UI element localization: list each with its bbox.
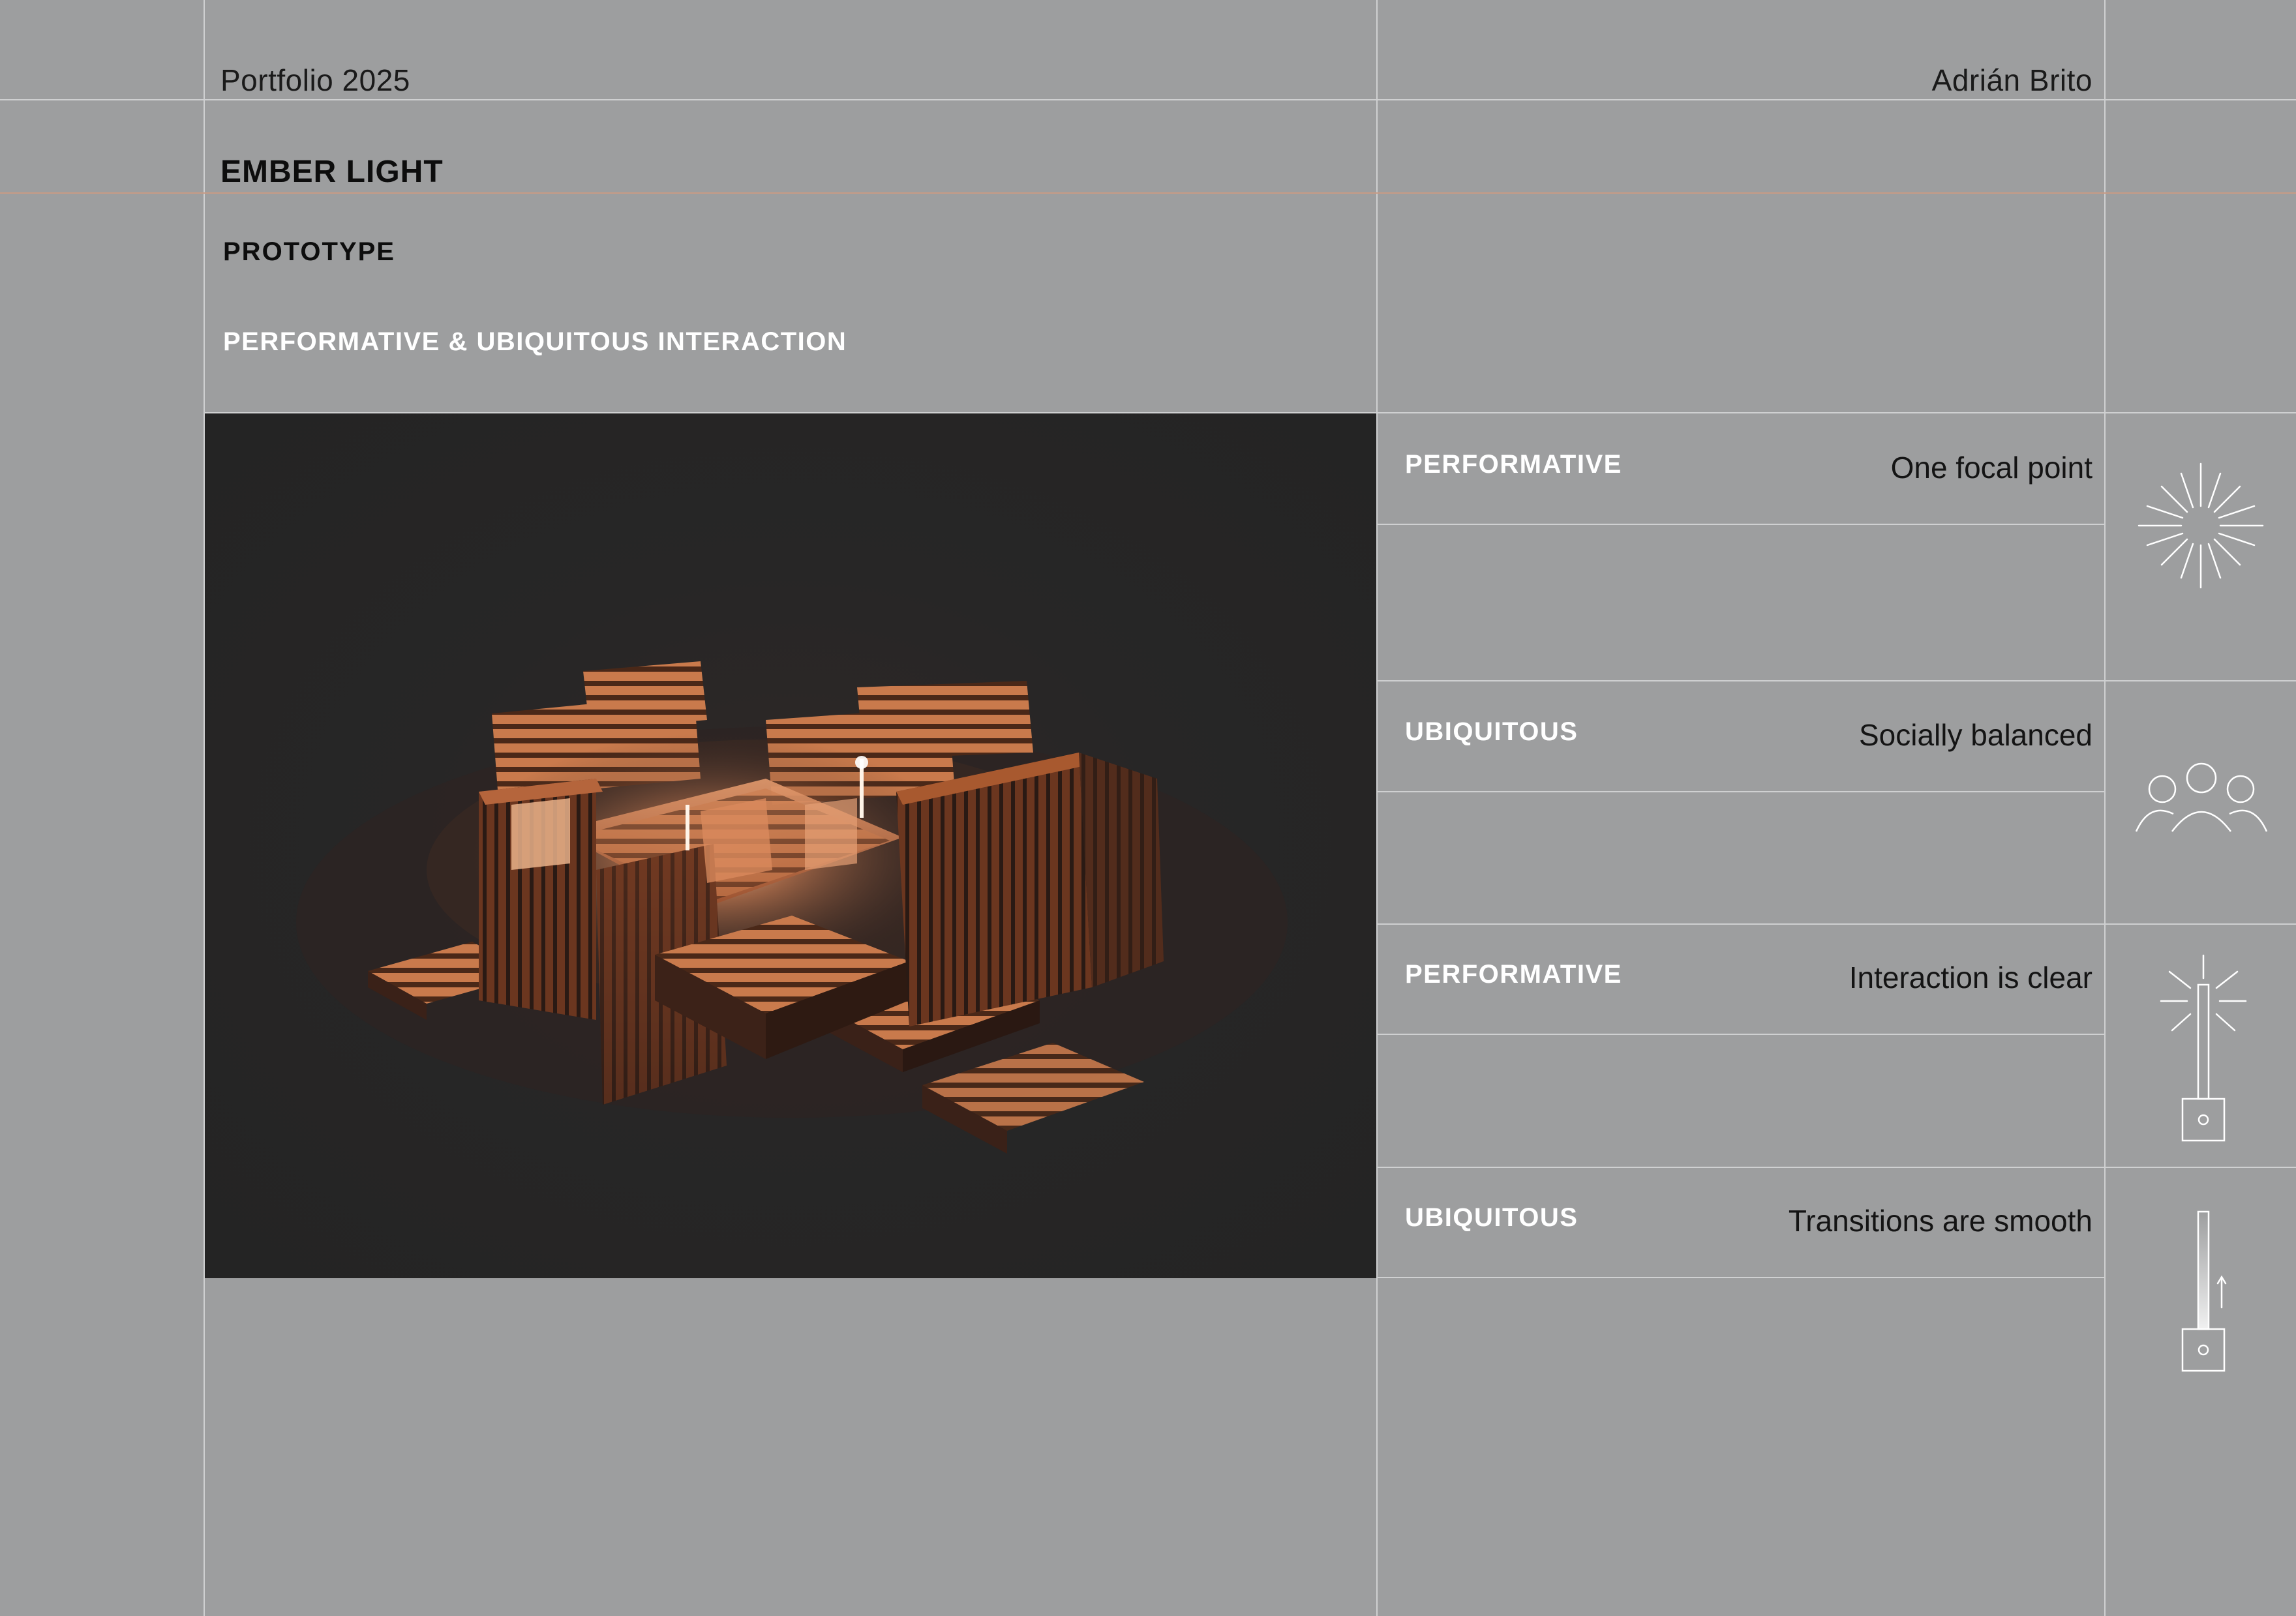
principle-1-divider <box>1376 524 2104 525</box>
principle-1-bottom <box>1376 680 2296 681</box>
people-group-icon <box>2135 762 2268 832</box>
light-pole-gradient-icon <box>2181 1210 2227 1372</box>
portfolio-label: Portfolio 2025 <box>220 63 410 97</box>
principle-2-bottom <box>1376 923 2296 925</box>
light-pole-burst-icon <box>2160 954 2247 1142</box>
header-divider <box>0 99 2296 100</box>
project-theme: PERFORMATIVE & UBIQUITOUS INTERACTION <box>223 327 847 356</box>
principle-2-label: UBIQUITOUS <box>1405 717 1578 746</box>
project-subtitle: PROTOTYPE <box>223 237 395 266</box>
principle-4-description: Transitions are smooth <box>1788 1204 2092 1238</box>
sunburst-icon <box>2137 462 2264 589</box>
principle-3-divider <box>1376 1034 2104 1035</box>
principle-4-label: UBIQUITOUS <box>1405 1203 1578 1232</box>
author-name: Adrián Brito <box>1931 63 2092 97</box>
principle-1-description: One focal point <box>1890 451 2092 485</box>
principle-3-description: Interaction is clear <box>1849 961 2092 995</box>
principle-4-divider <box>1376 1277 2104 1278</box>
accent-divider <box>0 192 2296 194</box>
principle-2-divider <box>1376 791 2104 792</box>
project-title: EMBER LIGHT <box>220 155 444 189</box>
grid-column-line-3 <box>2104 0 2106 1616</box>
grid-column-line-2 <box>1376 0 1378 1616</box>
principle-1-label: PERFORMATIVE <box>1405 450 1622 479</box>
principle-2-description: Socially balanced <box>1858 718 2092 752</box>
pallet-structure-render <box>205 413 1376 1278</box>
render-illustration <box>296 661 1288 1154</box>
principle-3-label: PERFORMATIVE <box>1405 960 1622 989</box>
principle-3-bottom <box>1376 1167 2296 1168</box>
